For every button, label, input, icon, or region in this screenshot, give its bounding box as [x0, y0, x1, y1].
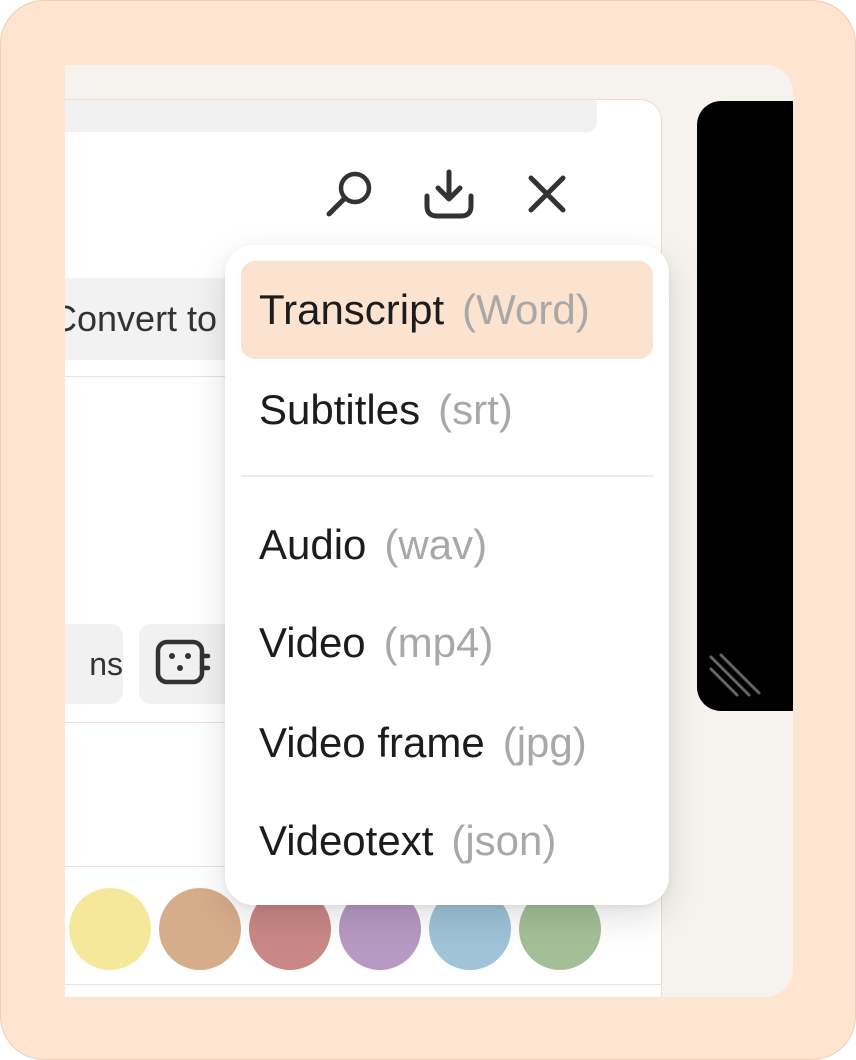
menu-item-video-frame[interactable]: Video frame (jpg)	[241, 694, 653, 792]
search-button[interactable]	[319, 166, 379, 222]
menu-item-videotext[interactable]: Videotext (json)	[241, 792, 653, 890]
close-icon	[528, 175, 566, 213]
menu-item-format: (Word)	[462, 286, 590, 333]
panel-top-bar	[65, 100, 597, 132]
download-menu: Transcript (Word) Subtitles (srt) Audio (wa…	[225, 245, 669, 905]
color-swatch-yellow[interactable]	[69, 888, 151, 970]
resize-handle-icon[interactable]	[707, 649, 761, 703]
menu-item-label: Videotext	[259, 817, 434, 864]
robot-icon	[155, 639, 211, 685]
menu-item-format: (wav)	[384, 521, 488, 568]
toolbar-chip-label: ns	[89, 646, 123, 682]
ai-assistant-button[interactable]	[139, 624, 239, 704]
close-button[interactable]	[517, 166, 577, 222]
search-icon	[326, 171, 372, 217]
device-frame: Convert to ns Transcript (Word) Subtitle…	[0, 0, 856, 1060]
toolbar-chip[interactable]: ns	[65, 624, 123, 704]
convert-button-label: Convert to	[65, 298, 218, 339]
download-icon	[424, 169, 474, 219]
menu-item-format: (srt)	[438, 386, 513, 433]
color-swatch-tan[interactable]	[159, 888, 241, 970]
menu-separator	[241, 475, 653, 477]
video-preview[interactable]	[697, 101, 793, 711]
menu-item-label: Audio	[259, 521, 367, 568]
menu-item-format: (mp4)	[383, 619, 494, 666]
menu-item-format: (json)	[451, 817, 557, 864]
menu-item-format: (jpg)	[502, 719, 587, 766]
menu-item-transcript[interactable]: Transcript (Word)	[241, 261, 653, 359]
menu-item-video[interactable]: Video (mp4)	[241, 594, 653, 692]
menu-item-subtitles[interactable]: Subtitles (srt)	[241, 361, 653, 459]
menu-item-label: Video frame	[259, 719, 485, 766]
menu-item-audio[interactable]: Audio (wav)	[241, 496, 653, 594]
menu-item-label: Video	[259, 619, 366, 666]
menu-item-label: Transcript	[259, 286, 445, 333]
divider	[65, 984, 661, 985]
menu-item-label: Subtitles	[259, 386, 421, 433]
download-button[interactable]	[419, 166, 479, 222]
